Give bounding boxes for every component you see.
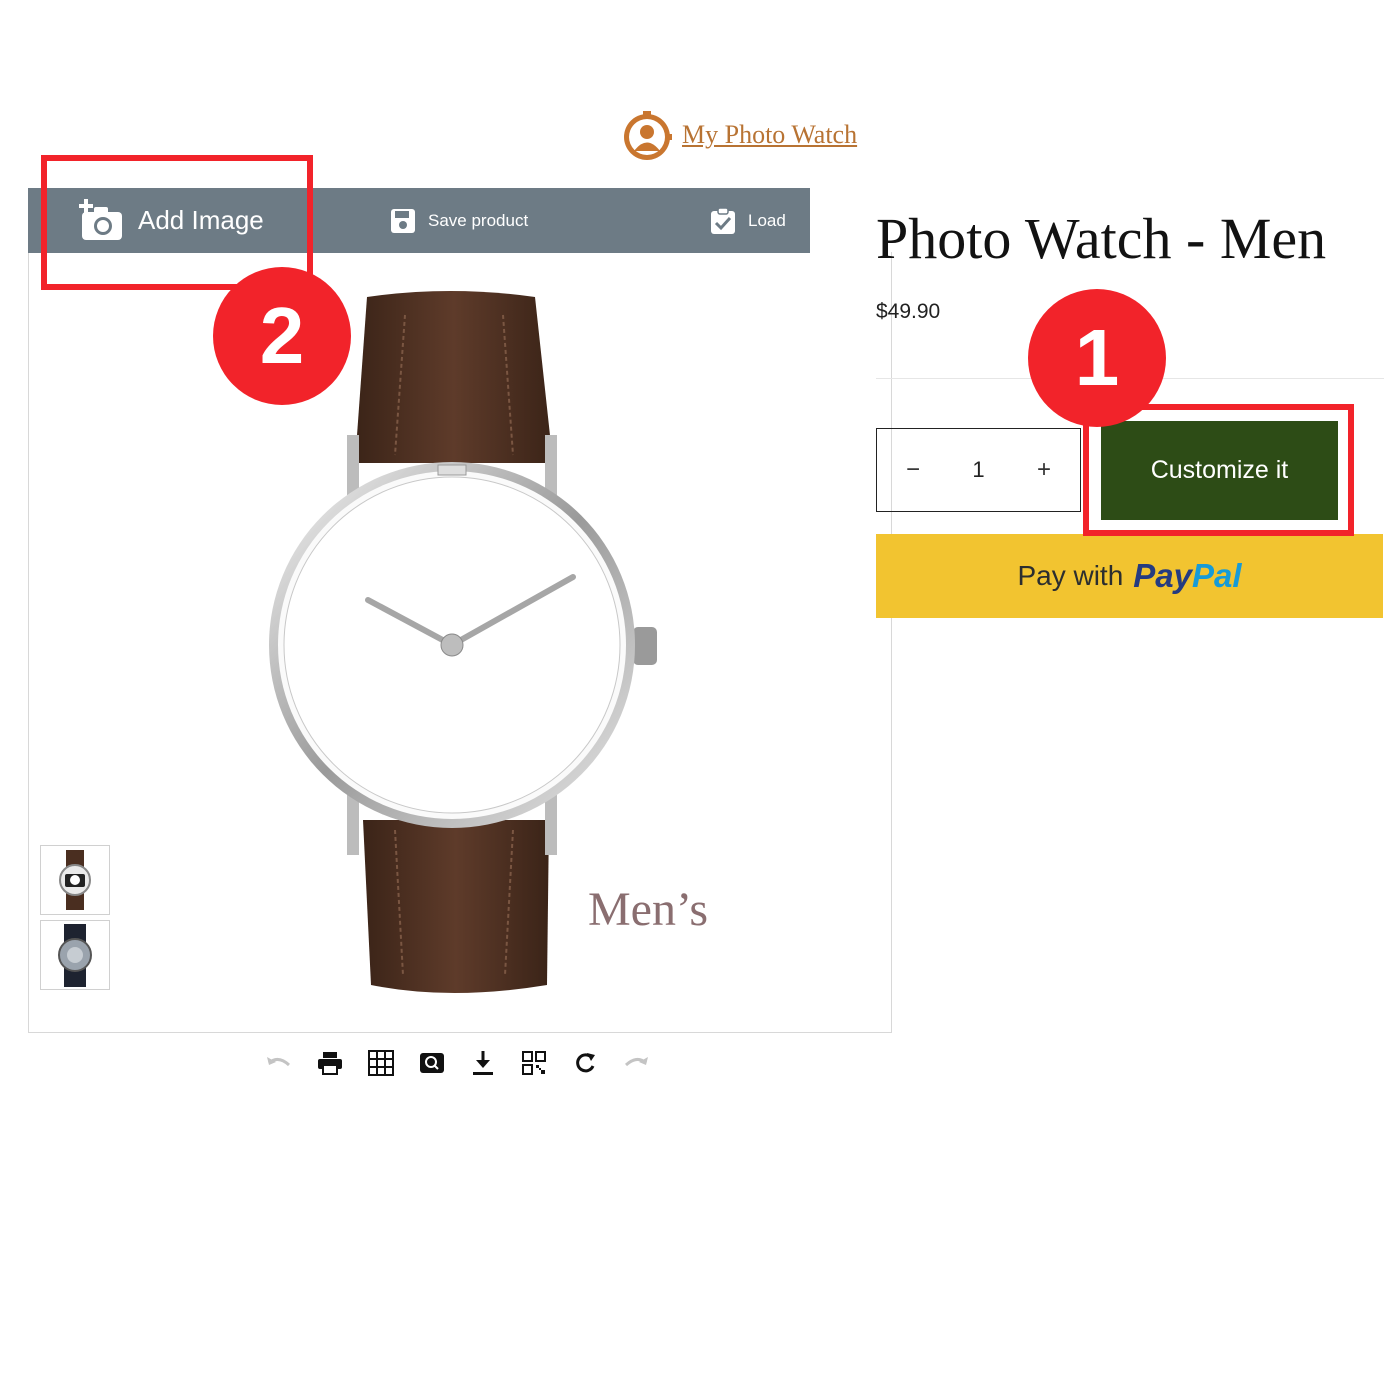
product-title: Photo Watch - Men [876, 206, 1327, 271]
save-product-label: Save product [428, 210, 529, 230]
paypal-logo: PayPal [1133, 557, 1241, 595]
watch-front-thumb-icon [59, 850, 91, 910]
quantity-decrease-button[interactable]: − [877, 429, 949, 511]
zoom-icon[interactable] [417, 1048, 447, 1078]
redo-icon[interactable] [621, 1048, 651, 1078]
grid-icon[interactable] [366, 1048, 396, 1078]
paypal-logo-part-b: Pal [1192, 557, 1242, 594]
floppy-disk-icon [391, 208, 415, 233]
watch-label-text: Men’s [588, 883, 708, 936]
download-icon[interactable] [468, 1048, 498, 1078]
step-2-badge: 2 [213, 267, 351, 405]
brand-name: My Photo Watch [682, 120, 858, 149]
refresh-icon[interactable] [570, 1048, 600, 1078]
load-button[interactable]: Load [710, 188, 786, 253]
quantity-stepper: − 1 + [876, 428, 1081, 512]
product-price: $49.90 [876, 300, 941, 323]
qr-code-icon[interactable] [519, 1048, 549, 1078]
watch-back-thumbnail[interactable] [40, 920, 110, 990]
brand-link[interactable]: My Photo Watch [620, 106, 857, 164]
watch-back-thumb-icon [58, 924, 92, 987]
quantity-input[interactable]: 1 [954, 457, 1004, 483]
designer-tools [264, 1044, 664, 1082]
watch-front-thumbnail[interactable] [40, 845, 110, 915]
undo-icon[interactable] [264, 1048, 294, 1078]
paypal-prefix: Pay with [1017, 560, 1124, 591]
paypal-button[interactable]: Pay with PayPal [876, 534, 1383, 618]
customize-highlight [1083, 404, 1354, 536]
print-icon[interactable] [315, 1048, 345, 1078]
load-label: Load [748, 210, 786, 230]
step-1-badge: 1 [1028, 289, 1166, 427]
save-product-button[interactable]: Save product [390, 188, 528, 253]
paypal-logo-part-a: Pay [1133, 557, 1192, 594]
quantity-increase-button[interactable]: + [1008, 429, 1080, 511]
clipboard-check-icon [711, 206, 735, 234]
person-clock-icon [624, 111, 672, 160]
